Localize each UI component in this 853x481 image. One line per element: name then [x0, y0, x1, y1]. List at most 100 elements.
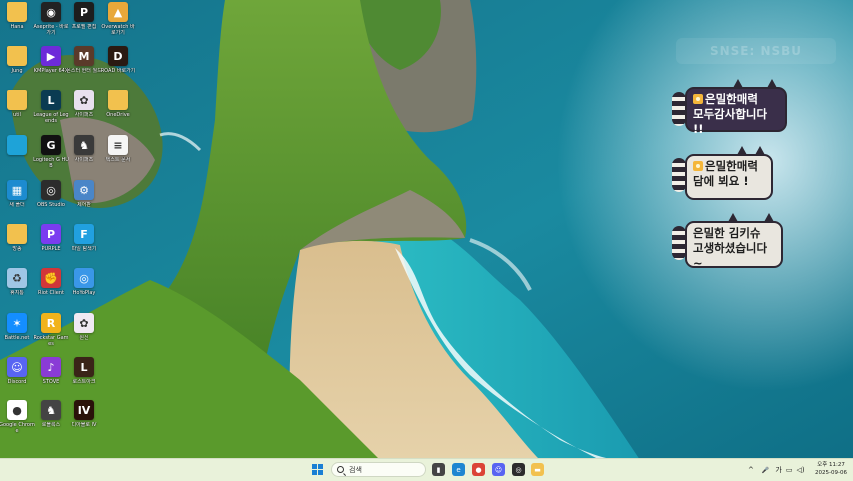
volume-icon[interactable]: ◁) — [796, 466, 804, 474]
folder-icon — [7, 2, 27, 22]
desktop-icon[interactable]: ◎ OBS Studio — [34, 180, 68, 224]
app-icon: ☺ — [7, 357, 27, 377]
desktop-icon-label: League of Legends — [33, 112, 69, 124]
crown-icon — [693, 94, 703, 104]
taskbar: 검색 ▮ e ● ☺ ◎ ▬ ^ 🎤 가 ▭ ◁) 오후 11:27 2025-09-06 — [0, 458, 853, 481]
app-icon: L — [41, 90, 61, 110]
app-icon: ▲ — [108, 2, 128, 22]
microphone-icon[interactable]: 🎤 — [762, 467, 769, 474]
app-icon: ▦ — [7, 180, 27, 200]
desktop-icon[interactable]: P PURPLE — [34, 224, 68, 268]
desktop-icon[interactable]: ♞ 사이퍼즈 — [67, 135, 101, 179]
desktop-icon[interactable]: D ROAD 바로가기 — [101, 46, 135, 90]
desktop-icon-label: 프로필 편집 — [71, 24, 97, 30]
folder-icon[interactable]: ▬ — [531, 463, 544, 476]
app-icon — [7, 135, 27, 155]
app-icon: ♪ — [41, 357, 61, 377]
desktop-icon[interactable]: ♻ 휴지통 — [0, 268, 34, 312]
app-icon: ≡ — [108, 135, 128, 155]
taskbar-search-box[interactable]: 검색 — [331, 462, 426, 477]
desktop-icon[interactable]: OneDrive — [101, 90, 135, 134]
desktop-icon[interactable]: ▶ KMPlayer 64X — [34, 46, 68, 90]
app-icon: M — [74, 46, 94, 66]
desktop-icon[interactable]: ● Google Chrome — [0, 400, 35, 444]
show-hidden-icons-chevron-icon[interactable]: ^ — [748, 466, 754, 474]
stream-watermark: SNSE: NSBU — [676, 38, 836, 64]
app-icon: IV — [74, 400, 94, 420]
desktop-icon[interactable]: M 몬스터 헌터 월드 — [66, 46, 102, 90]
desktop-icon[interactable]: ≡ 텍스트 문서 — [101, 135, 135, 179]
desktop-icon[interactable]: ⚙ 제어판 — [67, 180, 101, 224]
desktop-icon[interactable]: util — [0, 90, 34, 134]
alert-bubble-3-name: 은밀한 김키슈 — [693, 226, 761, 240]
desktop-icon[interactable]: ✶ Battle.net — [0, 313, 34, 357]
app-icon: P — [41, 224, 61, 244]
app-icon: F — [74, 224, 94, 244]
obs-icon[interactable]: ◎ — [512, 463, 525, 476]
alert-bubble-3: 은밀한 김키슈 고생하셨습니다~ — [685, 221, 783, 270]
edge-icon[interactable]: e — [452, 463, 465, 476]
network-icon[interactable]: ▭ — [786, 466, 793, 474]
desktop-icon-label: OBS Studio — [37, 202, 65, 208]
desktop-icon[interactable]: ◎ HoYoPlay — [67, 268, 101, 312]
desktop-icon[interactable]: 방송 — [0, 224, 34, 268]
desktop-icon[interactable]: ✊ Riot Client — [34, 268, 68, 312]
desktop-icon[interactable]: L League of Legends — [33, 90, 69, 134]
ime-indicator[interactable]: 가 — [775, 465, 781, 475]
desktop-icon[interactable]: P 프로필 편집 — [67, 2, 101, 46]
desktop-icon[interactable]: ♞ 로블록스 — [34, 400, 68, 444]
desktop-icon[interactable]: L 로스트아크 — [67, 357, 101, 401]
alert-bubble-2-name: 은밀한매력 — [705, 159, 758, 173]
chrome-icon[interactable]: ● — [472, 463, 485, 476]
desktop-icon-label: Aseprite - 바로 가기 — [33, 24, 69, 36]
desktop-icon[interactable]: Jung — [0, 46, 34, 90]
search-icon — [337, 466, 344, 473]
app-icon: ✊ — [41, 268, 61, 288]
desktop-icon-label: Rockstar Games — [33, 335, 69, 347]
desktop-icon-label: 파일 탐색기 — [71, 246, 97, 252]
desktop-icon[interactable]: Hana — [0, 2, 34, 46]
desktop-icon-label: Discord — [7, 379, 27, 385]
folder-icon — [7, 224, 27, 244]
alert-bubble-1-name: 은밀한매력 — [705, 92, 758, 106]
desktop-icon-label: STOVE — [42, 379, 60, 385]
desktop-icon[interactable]: ☺ Discord — [0, 357, 34, 401]
desktop-icon-label: 제어판 — [77, 202, 91, 208]
app-icon: L — [74, 357, 94, 377]
cat-tail-decoration — [672, 226, 686, 260]
clock-time: 오후 11:27 — [817, 462, 845, 468]
desktop-icon[interactable]: ▦ 새 폴더 — [0, 180, 34, 224]
desktop-icon[interactable]: ♪ STOVE — [34, 357, 68, 401]
desktop-icon[interactable]: ◉ Aseprite - 바로 가기 — [34, 2, 68, 46]
desktop-icon[interactable] — [0, 135, 34, 179]
alert-bubble-3-message: 고생하셨습니다~ — [693, 241, 768, 270]
app-icon: ▶ — [41, 46, 61, 66]
desktop-icon[interactable]: ▲ Overwatch 바로가기 — [101, 2, 135, 46]
desktop-icon[interactable]: R Rockstar Games — [33, 313, 69, 357]
alert-bubble-2-message: 담에 뵈요 ! — [693, 174, 749, 188]
desktop-icon-label: 방송 — [12, 246, 22, 252]
desktop-icon-label: 로블록스 — [41, 422, 61, 428]
app-icon: R — [41, 313, 61, 333]
start-button[interactable] — [312, 464, 324, 476]
file-explorer-icon[interactable]: ▮ — [432, 463, 445, 476]
app-icon: D — [108, 46, 128, 66]
desktop-icon-label: Battle.net — [4, 335, 30, 341]
app-icon: ◉ — [41, 2, 61, 22]
desktop-icon[interactable]: IV 디아블로 IV — [67, 400, 101, 444]
cat-tail-decoration — [672, 158, 686, 192]
taskbar-clock[interactable]: 오후 11:27 2025-09-06 — [812, 461, 850, 477]
desktop-icon[interactable]: F 파일 탐색기 — [67, 224, 101, 268]
desktop-icon[interactable]: ✿ 원신 — [67, 313, 101, 357]
desktop-icon[interactable]: ✿ 사이퍼즈 — [67, 90, 101, 134]
desktop-icon-label: 몬스터 헌터 월드 — [66, 68, 102, 74]
desktop-icon-label: 로스트아크 — [72, 379, 96, 385]
desktop-icon-label: 원신 — [79, 335, 89, 341]
desktop-icon-label: 새 폴더 — [9, 202, 25, 208]
app-icon: ✿ — [74, 90, 94, 110]
app-icon: ◎ — [74, 268, 94, 288]
app-icon: ● — [7, 400, 27, 420]
desktop-icon-label: PURPLE — [41, 246, 61, 252]
desktop-icon[interactable]: G Logitech G HUB — [33, 135, 69, 179]
discord-icon[interactable]: ☺ — [492, 463, 505, 476]
